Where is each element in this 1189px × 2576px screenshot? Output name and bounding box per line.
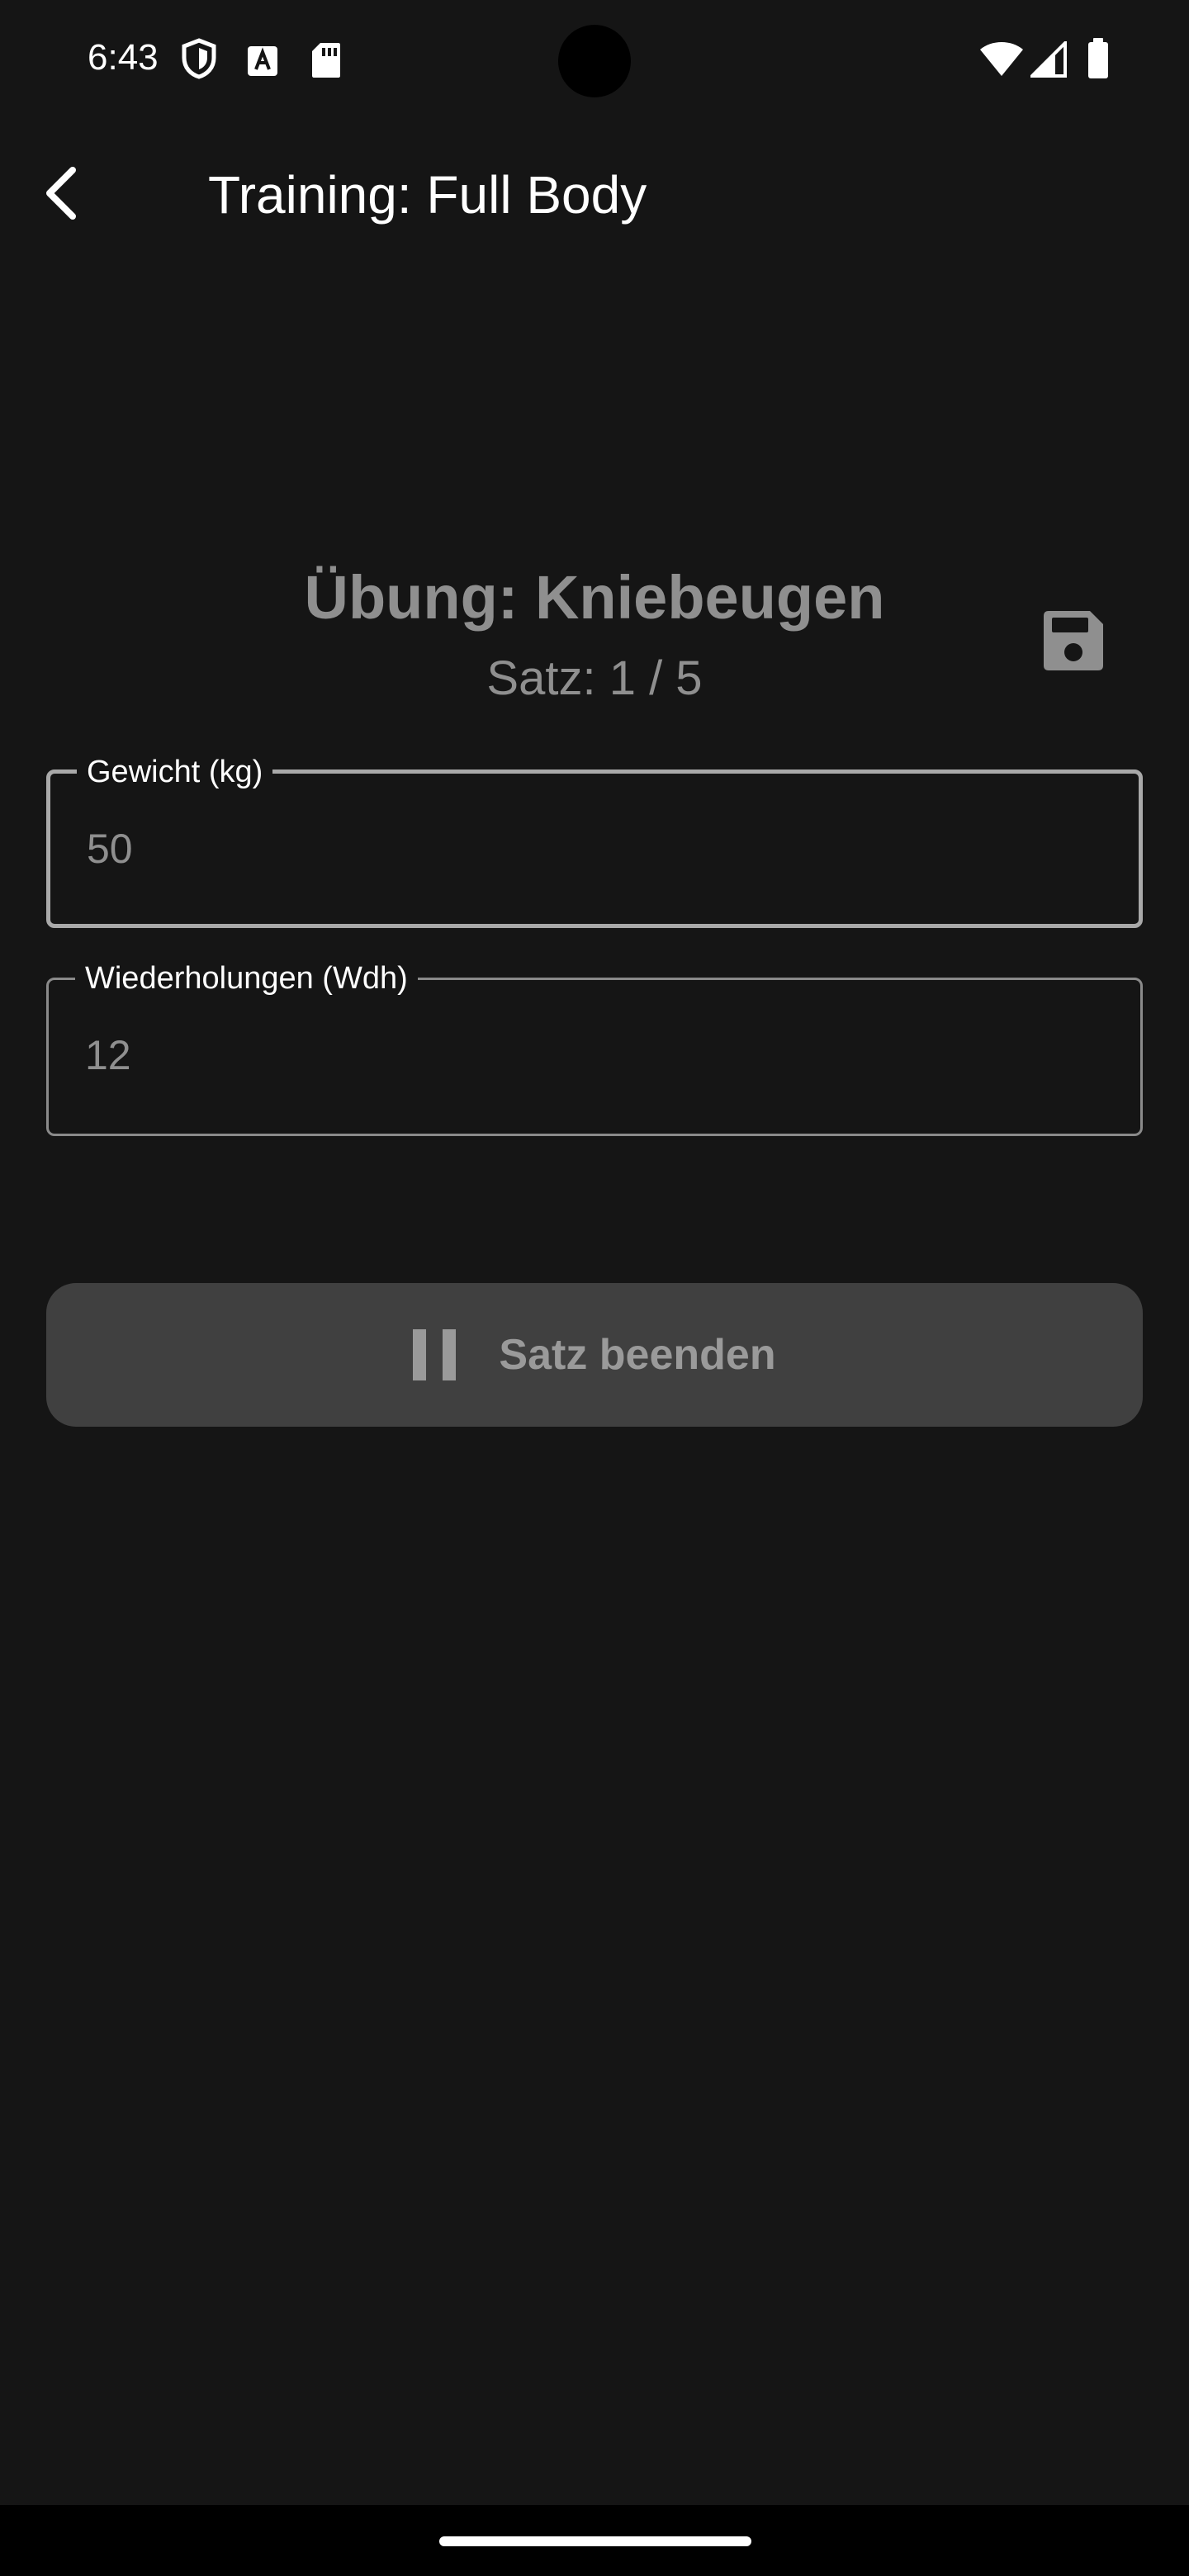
reps-input[interactable]	[83, 1028, 1078, 1082]
pause-icon-bar-left	[413, 1329, 427, 1380]
system-nav-bar	[0, 2505, 1189, 2576]
sd-card-icon	[310, 41, 342, 83]
weight-field-label: Gewicht (kg)	[77, 752, 273, 792]
pause-icon-bar-right	[443, 1329, 457, 1380]
status-bar: 6:43	[0, 0, 1189, 119]
finish-set-button[interactable]: Satz beenden	[46, 1283, 1143, 1427]
battery-icon	[1087, 38, 1110, 83]
reps-field-label: Wiederholungen (Wdh)	[75, 959, 418, 998]
save-button[interactable]	[1027, 596, 1120, 689]
camera-cutout	[558, 25, 631, 97]
weight-field[interactable]: Gewicht (kg)	[46, 752, 1143, 928]
status-time: 6:43	[88, 37, 159, 78]
shield-icon	[180, 38, 218, 83]
wifi-icon	[979, 41, 1024, 82]
page-title: Training: Full Body	[208, 165, 647, 225]
training-screen: 6:43 Training: Full Body Übung: Kniebeug…	[0, 0, 1189, 2576]
back-arrow-icon	[40, 163, 86, 227]
reps-field[interactable]: Wiederholungen (Wdh)	[46, 959, 1143, 1136]
finish-set-label: Satz beenden	[499, 1331, 776, 1379]
back-button[interactable]	[23, 155, 102, 234]
pause-icon	[413, 1329, 457, 1380]
weight-input[interactable]	[85, 822, 1079, 876]
app-bar: Training: Full Body	[0, 119, 1189, 281]
signal-icon	[1028, 39, 1067, 82]
save-icon	[1039, 606, 1108, 680]
set-counter: Satz: 1 / 5	[486, 651, 703, 705]
exercise-title: Übung: Kniebeugen	[304, 563, 885, 632]
home-indicator[interactable]	[439, 2536, 751, 2546]
text-a-icon	[246, 45, 279, 82]
